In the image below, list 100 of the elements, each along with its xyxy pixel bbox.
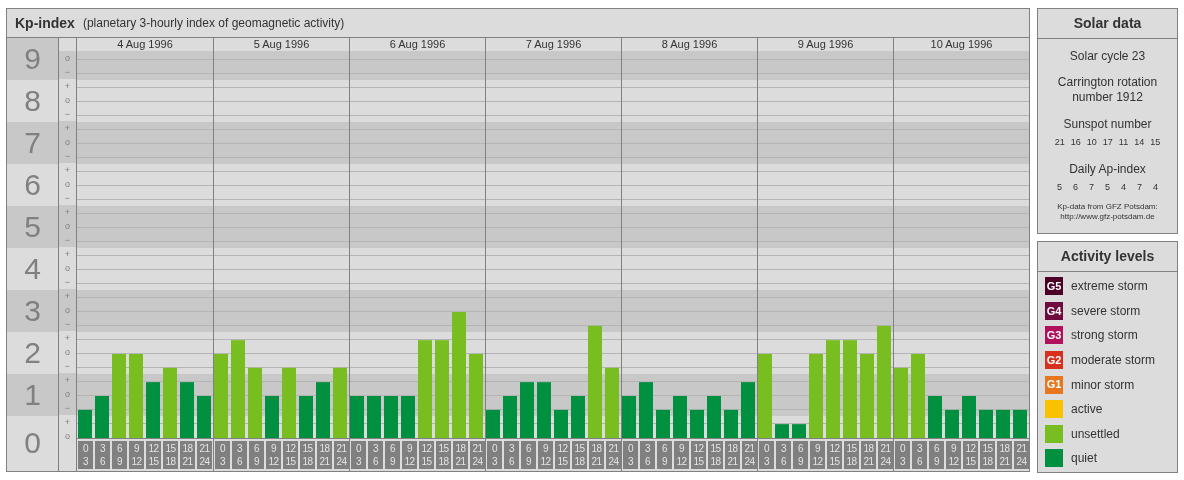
ap-value: 4: [1121, 180, 1126, 194]
ap-value: 7: [1088, 180, 1094, 194]
time-slot-label: 12 15: [555, 441, 570, 469]
kp-bar: [248, 367, 262, 438]
time-slot-label: 3 6: [504, 441, 519, 469]
kp-level-label: 2: [24, 338, 41, 368]
time-slot-label: 15 18: [436, 441, 451, 469]
kp-bar: [503, 396, 517, 438]
time-slot-label: 9 12: [266, 441, 281, 469]
kp-level-label: 3: [24, 296, 41, 326]
level-label: minor storm: [1071, 376, 1135, 394]
minor-mark: +: [64, 81, 71, 91]
level-label: moderate storm: [1071, 352, 1156, 370]
sunspot-value: 17: [1102, 136, 1113, 149]
ap-value: 6: [1072, 180, 1078, 194]
time-slot-label: 21 24: [197, 441, 212, 469]
kp-bar: [1013, 409, 1027, 438]
minor-mark: +: [64, 165, 71, 175]
time-slot-label: 12 15: [419, 441, 434, 469]
time-slot-label: 21 24: [606, 441, 621, 469]
kp-bar: [554, 409, 568, 438]
minor-mark: o: [65, 347, 70, 357]
kp-bar: [639, 382, 653, 438]
kp-bar: [520, 382, 534, 438]
ap-value: 5: [1105, 180, 1110, 194]
time-slot-label: 15 18: [708, 441, 723, 469]
minor-mark: o: [65, 137, 70, 147]
kp-level-label: 4: [24, 254, 41, 284]
kp-bar: [537, 382, 551, 438]
time-slot-label: 9 12: [674, 441, 689, 469]
credit-text: http://www.gfz-potsdam.de: [1060, 212, 1155, 222]
time-slot-label: 3 6: [368, 441, 383, 469]
kp-bar: [350, 396, 364, 438]
minor-mark: +: [64, 375, 71, 385]
time-slot-label: 9 12: [946, 441, 961, 469]
minor-mark: −: [64, 109, 71, 119]
panel-title: Activity levels: [1060, 247, 1155, 266]
ap-index-title: Daily Ap-index: [1069, 160, 1146, 178]
minor-mark: o: [65, 53, 70, 63]
level-swatch: G5: [1045, 277, 1063, 296]
date-label: 9 Aug 1996: [797, 38, 854, 51]
time-slot-label: 0 3: [487, 441, 502, 469]
sunspot-value: 10: [1086, 136, 1097, 149]
minor-mark: −: [64, 235, 71, 245]
sunspot-value: 11: [1118, 136, 1129, 149]
level-label: severe storm: [1071, 302, 1141, 320]
time-slot-label: 18 21: [317, 441, 332, 469]
level-label: strong storm: [1071, 327, 1138, 345]
kp-level-label: 0: [24, 428, 41, 458]
time-slot-label: 9 12: [538, 441, 553, 469]
time-slot-label: 21 24: [742, 441, 757, 469]
time-slot-label: 15 18: [300, 441, 315, 469]
date-label: 10 Aug 1996: [930, 38, 993, 51]
date-label: 4 Aug 1996: [117, 38, 173, 51]
kp-bar: [690, 409, 704, 438]
kp-bar: [792, 424, 806, 438]
kp-bar: [673, 396, 687, 438]
sunspot-value: 21: [1054, 136, 1065, 149]
kp-bar: [486, 409, 500, 438]
minor-mark: +: [64, 417, 71, 427]
kp-bar: [656, 409, 670, 438]
kp-bar: [894, 367, 908, 438]
kp-bar: [605, 367, 619, 438]
time-slot-label: 0 3: [351, 441, 366, 469]
minor-mark: o: [65, 179, 70, 189]
time-slot-label: 0 3: [759, 441, 774, 469]
level-swatch: G3: [1045, 326, 1063, 345]
time-slot-label: 6 9: [385, 441, 400, 469]
minor-mark: −: [64, 151, 71, 161]
sunspot-value: 14: [1134, 136, 1145, 149]
minor-mark: −: [64, 193, 71, 203]
time-slot-label: 0 3: [623, 441, 638, 469]
kp-bar: [197, 396, 211, 438]
minor-mark: +: [64, 123, 71, 133]
kp-bar: [707, 396, 721, 438]
time-slot-label: 18 21: [997, 441, 1012, 469]
kp-bar: [945, 409, 959, 438]
time-slot-label: 15 18: [572, 441, 587, 469]
minor-mark: +: [64, 333, 71, 343]
credit-text: Kp-data from GFZ Potsdam:: [1057, 202, 1158, 212]
kp-bar: [775, 424, 789, 438]
chart-title: Kp-index: [15, 13, 75, 33]
carrington-text: Carrington rotation: [1057, 75, 1158, 90]
kp-bar: [996, 409, 1010, 438]
kp-bar: [401, 396, 415, 438]
time-slot-label: 6 9: [249, 441, 264, 469]
sunspot-title: Sunspot number: [1063, 116, 1152, 133]
time-slot-label: 12 15: [827, 441, 842, 469]
time-slot-label: 18 21: [180, 441, 195, 469]
time-slot-label: 3 6: [776, 441, 791, 469]
chart-subtitle: (planetary 3-hourly index of geomagnetic activity): [82, 15, 345, 32]
kp-bar: [333, 367, 347, 438]
level-label: active: [1071, 401, 1103, 419]
kp-bar: [962, 396, 976, 438]
ap-value: 7: [1137, 180, 1143, 194]
level-label: quiet: [1071, 450, 1098, 468]
time-slot-label: 21 24: [470, 441, 485, 469]
minor-mark: −: [64, 361, 71, 371]
kp-level-label: 8: [24, 86, 41, 116]
kp-bar: [384, 396, 398, 438]
